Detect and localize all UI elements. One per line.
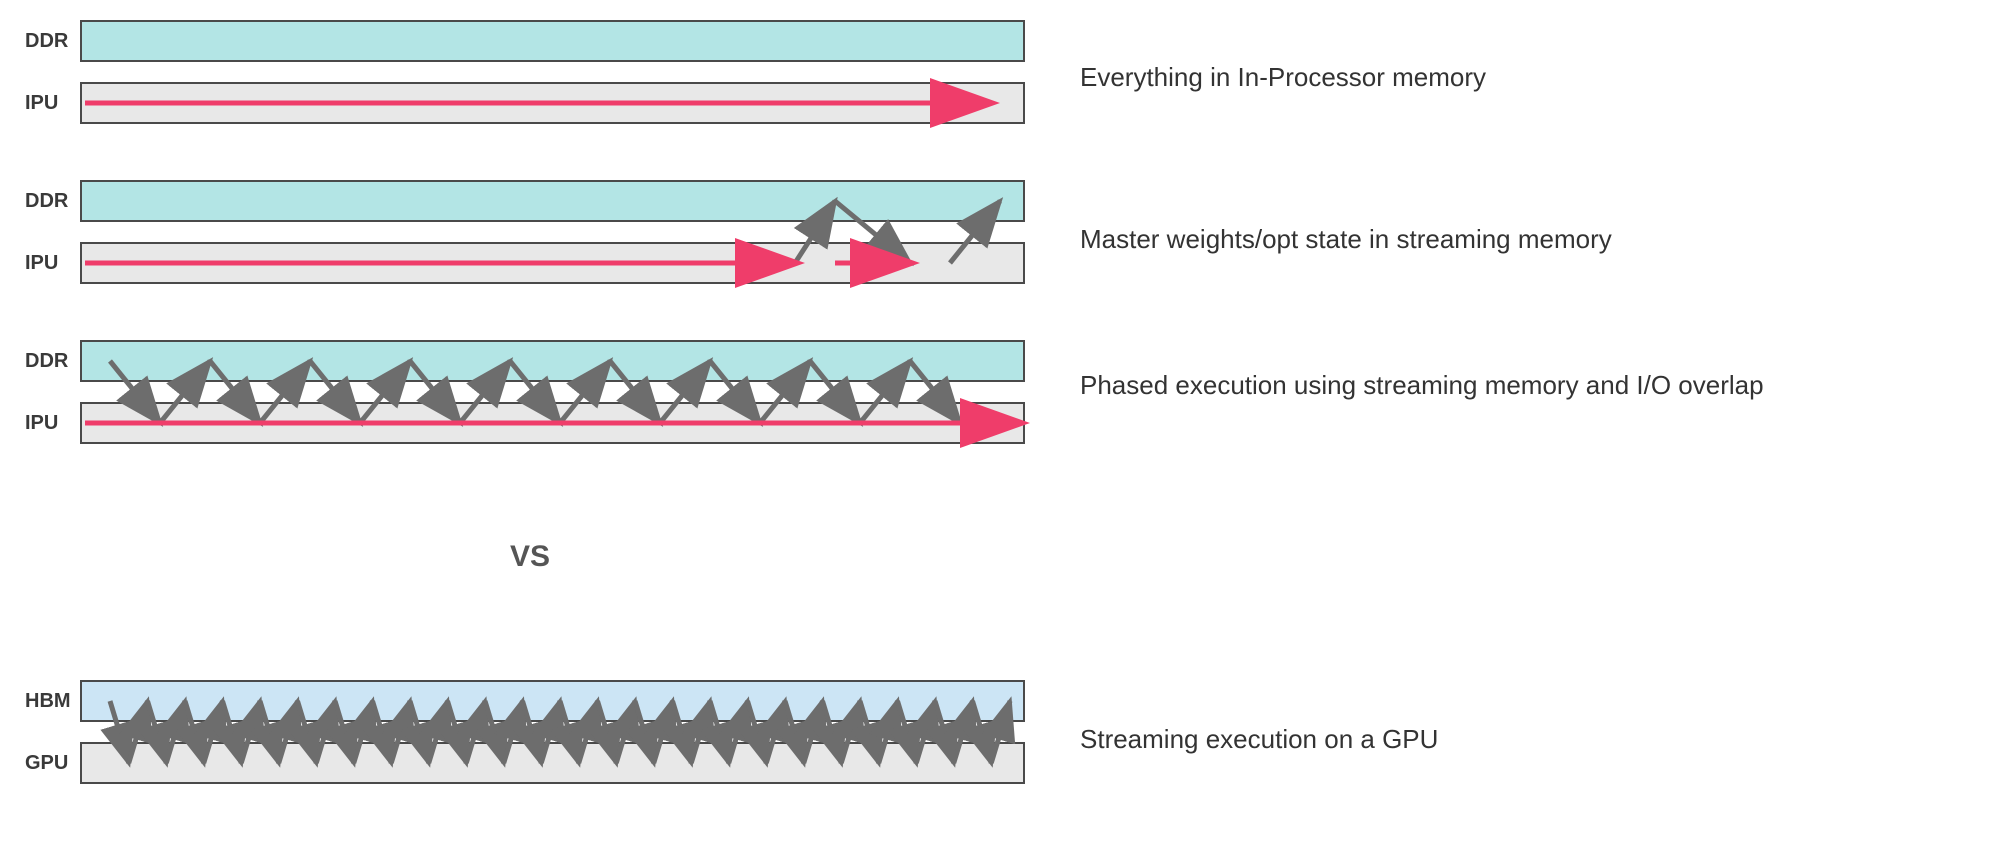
caption-3: Phased execution using streaming memory … <box>1080 368 1960 403</box>
memory-block-4: HBM GPU <box>25 680 1025 784</box>
ipu-row: IPU <box>25 402 1025 444</box>
hbm-row: HBM <box>25 680 1025 722</box>
lane-label-ddr: DDR <box>25 190 80 213</box>
lane-label-ipu: IPU <box>25 412 80 435</box>
ipu-bar <box>80 82 1025 124</box>
caption-2: Master weights/opt state in streaming me… <box>1080 222 1960 257</box>
lane-label-ipu: IPU <box>25 252 80 275</box>
lane-label-ipu: IPU <box>25 92 80 115</box>
caption-4: Streaming execution on a GPU <box>1080 722 1960 757</box>
ddr-bar <box>80 180 1025 222</box>
lane-label-ddr: DDR <box>25 350 80 373</box>
lane-label-ddr: DDR <box>25 30 80 53</box>
vs-label: VS <box>510 540 550 574</box>
gpu-bar <box>80 742 1025 784</box>
memory-block-2: DDR IPU <box>25 180 1025 284</box>
hbm-bar <box>80 680 1025 722</box>
caption-1: Everything in In-Processor memory <box>1080 60 1960 95</box>
ipu-bar <box>80 402 1025 444</box>
memory-block-1: DDR IPU <box>25 20 1025 124</box>
ddr-row: DDR <box>25 340 1025 382</box>
ddr-bar <box>80 20 1025 62</box>
lane-label-hbm: HBM <box>25 690 80 713</box>
lane-label-gpu: GPU <box>25 752 80 775</box>
ddr-row: DDR <box>25 180 1025 222</box>
ipu-row: IPU <box>25 82 1025 124</box>
ipu-bar <box>80 242 1025 284</box>
memory-block-3: DDR IPU <box>25 340 1025 444</box>
gpu-row: GPU <box>25 742 1025 784</box>
ddr-bar <box>80 340 1025 382</box>
ipu-row: IPU <box>25 242 1025 284</box>
ddr-row: DDR <box>25 20 1025 62</box>
